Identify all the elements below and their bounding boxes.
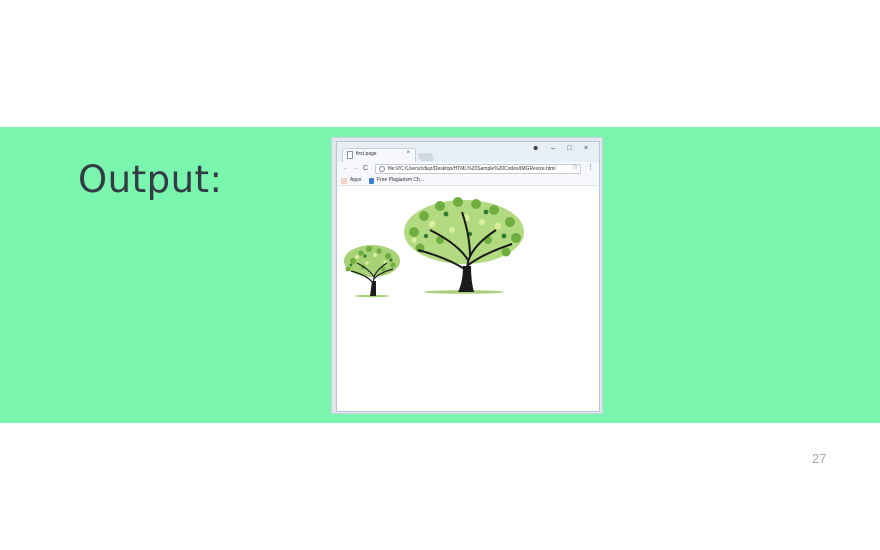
tab-close-icon[interactable]: × (406, 150, 410, 156)
page-viewport (337, 187, 599, 411)
bookmarks-bar: Apps Free Plagiarism Ch... (337, 176, 599, 186)
browser-window: first page × ☻ – □ × ← → C file:///C:/Us… (336, 141, 600, 412)
bookmark-apps[interactable]: Apps (350, 177, 361, 183)
large-tree-image (404, 197, 524, 294)
address-bar[interactable]: file:///C:/Users/cdiaz/Desktop/HTML%20Sa… (375, 164, 581, 174)
slide-page-number: 27 (812, 451, 827, 466)
back-icon[interactable]: ← (342, 164, 349, 173)
small-tree-image (344, 245, 400, 298)
slide-heading: Output: (78, 158, 223, 201)
forward-icon[interactable]: → (352, 164, 359, 173)
browser-tab[interactable]: first page × (342, 148, 416, 162)
browser-screenshot: first page × ☻ – □ × ← → C file:///C:/Us… (331, 137, 603, 414)
apps-grid-icon[interactable] (341, 178, 347, 184)
close-icon[interactable]: × (584, 145, 588, 153)
browser-toolbar: ← → C file:///C:/Users/cdiaz/Desktop/HTM… (337, 162, 599, 176)
maximize-icon[interactable]: □ (567, 145, 571, 153)
url-text: file:///C:/Users/cdiaz/Desktop/HTML%20Sa… (388, 166, 556, 172)
menu-icon[interactable]: ⋮ (587, 164, 594, 172)
reload-icon[interactable]: C (363, 164, 368, 173)
star-icon[interactable]: ☆ (572, 164, 578, 172)
page-icon (347, 151, 353, 159)
bookmark-page-icon (369, 178, 374, 184)
tab-title: first page (356, 151, 377, 157)
account-icon[interactable]: ☻ (532, 145, 539, 153)
info-icon[interactable] (379, 166, 385, 172)
minimize-icon[interactable]: – (551, 145, 555, 153)
bookmark-plagiarism[interactable]: Free Plagiarism Ch... (377, 177, 424, 183)
tab-strip: first page × ☻ – □ × (337, 142, 599, 162)
new-tab-button[interactable] (417, 153, 435, 161)
